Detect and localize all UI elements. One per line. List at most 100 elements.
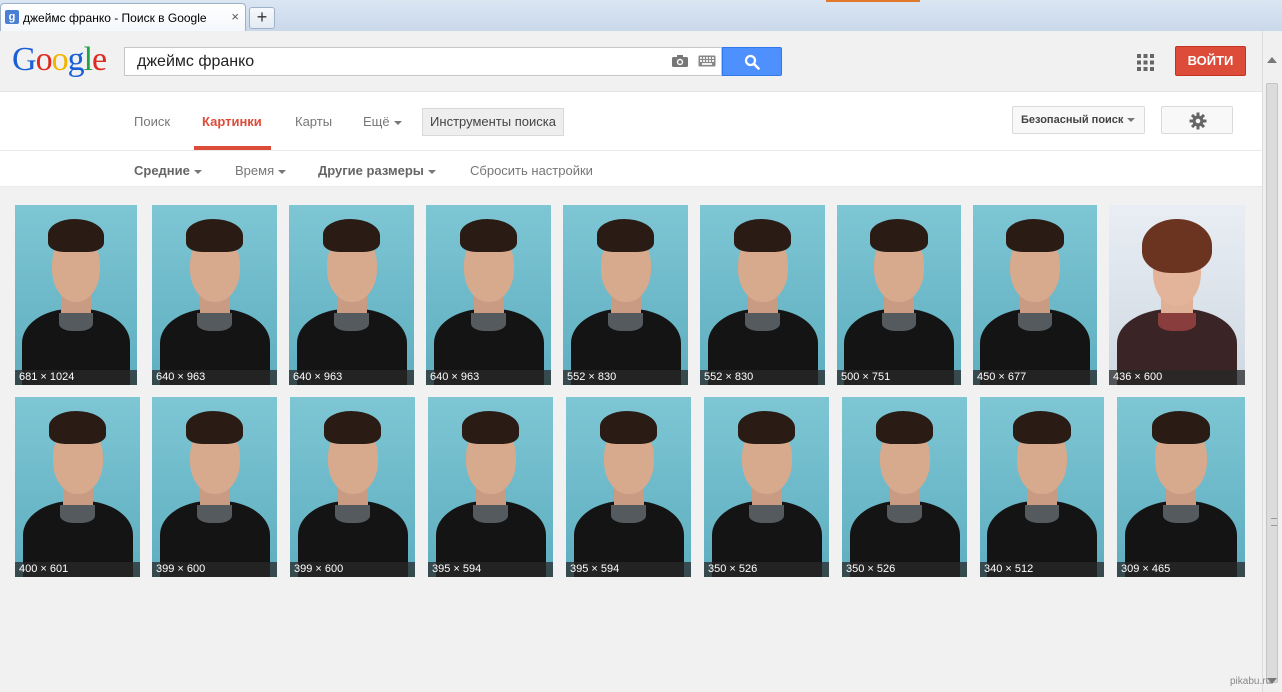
image-result[interactable]: 399 × 600 — [290, 397, 415, 577]
photo-collar — [334, 313, 369, 331]
image-result[interactable]: 350 × 526 — [842, 397, 967, 577]
photo-collar — [881, 313, 917, 331]
photo-collar — [611, 505, 646, 523]
tab-maps[interactable]: Карты — [295, 114, 332, 129]
google-header: Google ВОЙТИ — [0, 31, 1262, 91]
photo-collar — [1024, 505, 1060, 523]
settings-button[interactable] — [1161, 106, 1233, 134]
apps-grid-icon[interactable] — [1137, 54, 1154, 71]
active-tab-underline — [194, 146, 271, 150]
watermark: pikabu.ru — [1230, 676, 1272, 687]
photo-hair — [1151, 411, 1211, 444]
image-results-grid: 681 × 1024 640 × 963 640 × 963 640 × 963 552… — [0, 187, 1262, 692]
scroll-up-arrow-icon[interactable] — [1267, 57, 1277, 63]
tab-images[interactable]: Картинки — [202, 114, 262, 129]
search-box[interactable] — [124, 47, 722, 76]
photo-hair — [737, 411, 796, 444]
search-icon — [744, 54, 760, 70]
image-size-label: 395 × 594 — [566, 562, 691, 577]
search-input[interactable] — [135, 51, 659, 73]
image-size-label: 309 × 465 — [1117, 562, 1245, 577]
photo-collar — [1163, 505, 1199, 523]
image-size-label: 500 × 751 — [837, 370, 961, 385]
photo-hair — [48, 411, 107, 444]
image-result[interactable]: 395 × 594 — [566, 397, 691, 577]
window-accent — [826, 0, 920, 2]
image-result[interactable]: 640 × 963 — [289, 205, 414, 385]
image-size-label: 395 × 594 — [428, 562, 553, 577]
safesearch-dropdown[interactable]: Безопасный поиск — [1012, 106, 1145, 134]
tool-reset[interactable]: Сбросить настройки — [470, 163, 593, 178]
image-size-label: 640 × 963 — [152, 370, 277, 385]
image-result[interactable]: 681 × 1024 — [15, 205, 137, 385]
photo-hair — [1006, 219, 1064, 252]
tool-other-sizes[interactable]: Другие размеры — [318, 163, 436, 178]
photo-hair — [875, 411, 934, 444]
google-logo[interactable]: Google — [12, 41, 107, 79]
photo-collar — [60, 505, 95, 523]
image-result[interactable]: 450 × 677 — [973, 205, 1097, 385]
image-result[interactable]: 500 × 751 — [837, 205, 961, 385]
image-result[interactable]: 640 × 963 — [426, 205, 551, 385]
image-result[interactable]: 340 × 512 — [980, 397, 1104, 577]
image-size-label: 340 × 512 — [980, 562, 1104, 577]
tool-time[interactable]: Время — [235, 163, 287, 178]
tool-time-label: Время — [235, 163, 275, 178]
tab-more[interactable]: Ещё — [363, 114, 402, 129]
camera-icon[interactable] — [671, 54, 689, 68]
photo-hair — [322, 219, 381, 252]
photo-collar — [1017, 313, 1053, 331]
chevron-down-icon — [393, 120, 402, 125]
browser-tab[interactable]: g джеймс франко - Поиск в Google × — [0, 3, 246, 31]
search-button[interactable] — [722, 47, 782, 76]
photo-collar — [887, 505, 922, 523]
photo-collar — [471, 313, 506, 331]
google-favicon-icon: g — [5, 10, 19, 24]
image-size-label: 450 × 677 — [973, 370, 1097, 385]
scrollbar-thumb[interactable] — [1266, 83, 1278, 683]
chevron-down-icon — [1127, 118, 1136, 123]
image-size-label: 350 × 526 — [704, 562, 829, 577]
gear-icon — [1189, 112, 1207, 130]
photo-collar — [335, 505, 370, 523]
photo-hair — [1141, 219, 1213, 274]
image-result[interactable]: 400 × 601 — [15, 397, 140, 577]
image-result[interactable]: 552 × 830 — [563, 205, 688, 385]
image-result[interactable]: 552 × 830 — [700, 205, 825, 385]
image-result[interactable]: 436 × 600 — [1109, 205, 1245, 385]
sign-in-button[interactable]: ВОЙТИ — [1175, 46, 1246, 76]
photo-hair — [596, 219, 655, 252]
search-tools-button[interactable]: Инструменты поиска — [422, 108, 564, 136]
image-result[interactable]: 309 × 465 — [1117, 397, 1245, 577]
photo-collar — [58, 313, 94, 331]
logo-letter: g — [67, 41, 85, 78]
page-scrollbar[interactable] — [1262, 31, 1282, 692]
tool-size[interactable]: Средние — [134, 163, 202, 178]
photo-hair — [733, 219, 792, 252]
image-result[interactable]: 395 × 594 — [428, 397, 553, 577]
logo-letter: G — [12, 41, 37, 78]
photo-collar — [197, 313, 232, 331]
chevron-down-icon — [193, 169, 202, 174]
image-size-label: 436 × 600 — [1109, 370, 1245, 385]
new-tab-button[interactable]: + — [249, 7, 275, 29]
photo-collar — [749, 505, 784, 523]
logo-letter: o — [35, 41, 53, 78]
tab-more-label: Ещё — [363, 114, 390, 129]
photo-hair — [599, 411, 658, 444]
photo-hair — [1013, 411, 1071, 444]
photo-collar — [473, 505, 508, 523]
image-result[interactable]: 350 × 526 — [704, 397, 829, 577]
keyboard-icon[interactable] — [698, 55, 716, 67]
tab-close-icon[interactable]: × — [231, 9, 239, 24]
photo-hair — [459, 219, 518, 252]
image-result[interactable]: 399 × 600 — [152, 397, 277, 577]
image-result[interactable]: 640 × 963 — [152, 205, 277, 385]
photo-hair — [870, 219, 928, 252]
tab-search[interactable]: Поиск — [134, 114, 170, 129]
search-nav-bar: Поиск Картинки Карты Ещё Инструменты пои… — [0, 91, 1262, 151]
safesearch-label: Безопасный поиск — [1021, 114, 1124, 126]
image-size-label: 640 × 963 — [426, 370, 551, 385]
image-size-label: 681 × 1024 — [15, 370, 137, 385]
photo-hair — [461, 411, 520, 444]
